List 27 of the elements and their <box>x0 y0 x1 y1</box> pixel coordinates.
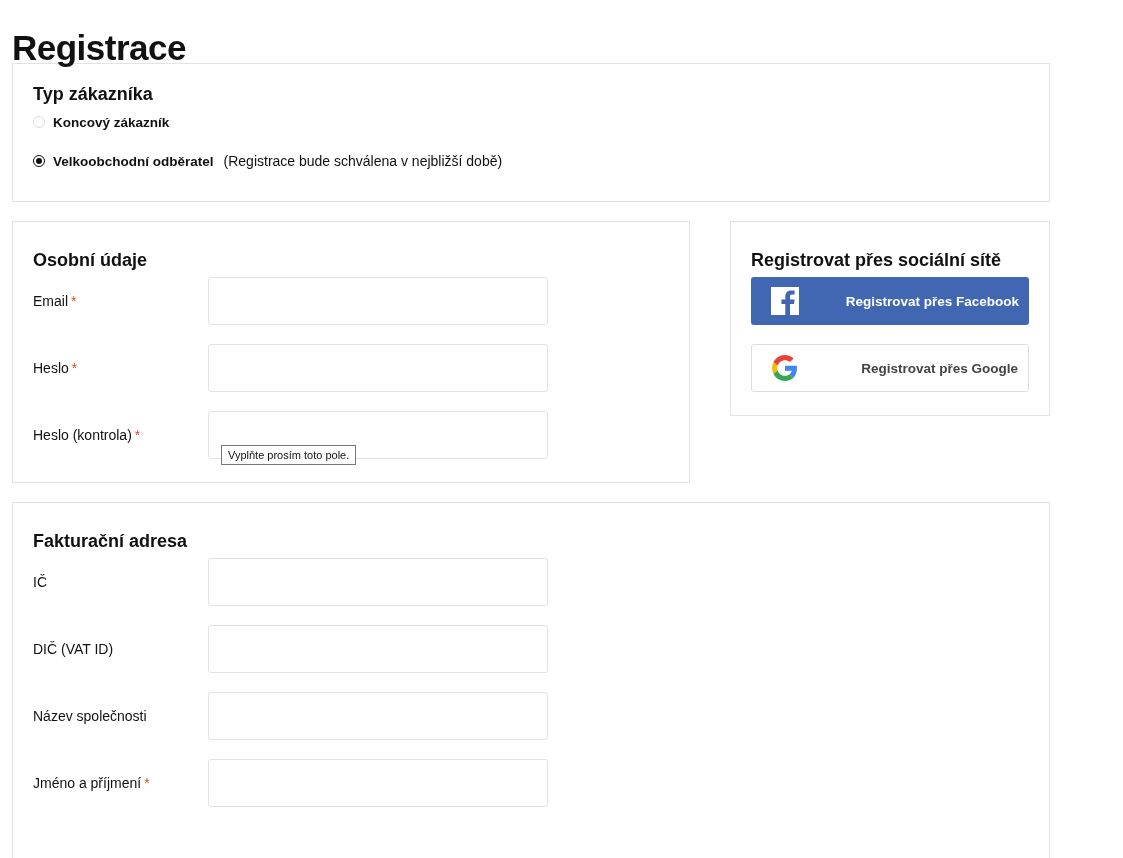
radio-button[interactable] <box>33 155 45 167</box>
radio-label[interactable]: Velkoobchodní odběratel <box>53 153 214 169</box>
input-field[interactable] <box>208 558 548 606</box>
field-label: Heslo * <box>33 360 79 376</box>
validation-tooltip: Vyplňte prosím toto pole. <box>221 445 357 465</box>
field-label: Email * <box>33 293 78 309</box>
field-label: Heslo (kontrola) * <box>33 427 142 443</box>
section-heading: Osobní údaje <box>33 250 148 271</box>
section-heading: Fakturační adresa <box>33 531 189 552</box>
radio-note: (Registrace bude schválena v nejbližší době) <box>223 153 503 169</box>
field-label: Název společnosti <box>33 708 148 724</box>
google-icon <box>772 355 798 381</box>
field-label: DIČ (VAT ID) <box>33 641 115 657</box>
facebook-register-button[interactable]: Registrovat přes Facebook <box>751 277 1029 325</box>
input-field[interactable] <box>208 625 548 673</box>
facebook-icon <box>771 287 799 315</box>
field-label: IČ <box>33 574 48 590</box>
section-heading: Registrovat přes sociální sítě <box>751 250 1003 271</box>
field-label: Jméno a příjmení * <box>33 775 151 791</box>
input-field[interactable] <box>208 411 548 459</box>
section-heading: Typ zákazníka <box>33 84 154 105</box>
input-field[interactable] <box>208 344 548 392</box>
google-register-button[interactable]: Registrovat přes Google <box>751 344 1029 392</box>
input-field[interactable] <box>208 759 548 807</box>
input-field[interactable] <box>208 692 548 740</box>
input-field[interactable] <box>208 277 548 325</box>
radio-label[interactable]: Koncový zákazník <box>53 114 170 130</box>
